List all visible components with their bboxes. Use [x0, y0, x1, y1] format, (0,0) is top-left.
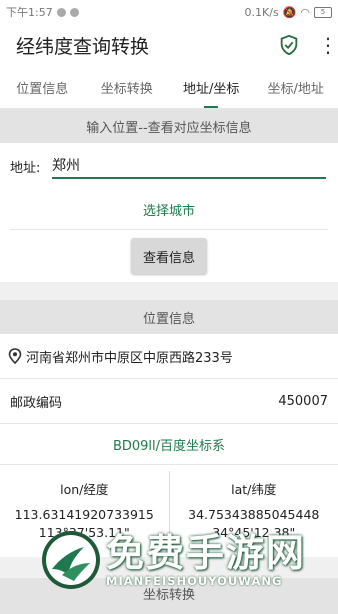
address-label: 地址: — [10, 157, 52, 176]
info-section-header: 位置信息 — [0, 300, 338, 334]
postal-label: 邮政编码 — [10, 392, 62, 411]
network-speed: 0.1K/s — [245, 6, 279, 19]
address-input[interactable]: 郑州 — [52, 153, 326, 179]
shield-check-icon[interactable] — [278, 34, 300, 56]
tab-address-to-coord[interactable]: 地址/坐标 — [169, 66, 254, 108]
select-city-button[interactable]: 选择城市 — [10, 189, 328, 230]
tab-bar: 位置信息 坐标转换 地址/坐标 坐标/地址 — [0, 66, 338, 109]
notification-icon — [70, 8, 79, 17]
coord-system-button[interactable]: BD09ll/百度坐标系 — [0, 424, 338, 465]
location-address: 河南省郑州市中原区中原西路233号 — [26, 347, 233, 366]
location-row: 河南省郑州市中原区中原西路233号 — [0, 334, 338, 379]
location-pin-icon — [8, 348, 22, 364]
tab-coord-to-address[interactable]: 坐标/地址 — [254, 66, 338, 108]
notification-icon — [57, 8, 66, 17]
more-vertical-icon[interactable]: ⋮ — [318, 35, 328, 55]
watermark-subtitle: MIANFEISHOUYOUWANG — [106, 574, 306, 588]
wifi-icon: ◠ — [300, 6, 310, 19]
postal-row: 邮政编码 450007 — [0, 379, 338, 424]
app-bar: 经纬度查询转换 ⋮ — [0, 24, 338, 66]
section-gap — [0, 282, 338, 300]
tab-coord-convert[interactable]: 坐标转换 — [85, 66, 170, 108]
tab-location-info[interactable]: 位置信息 — [0, 66, 85, 108]
mute-icon: 🔕 — [283, 6, 297, 19]
input-card: 地址: 郑州 选择城市 查看信息 — [0, 143, 338, 282]
address-row: 地址: 郑州 — [0, 143, 338, 189]
input-section-header: 输入位置--查看对应坐标信息 — [0, 109, 338, 143]
watermark-logo-icon — [40, 529, 102, 591]
battery-icon: 5 — [314, 7, 332, 18]
query-info-button[interactable]: 查看信息 — [131, 238, 207, 274]
postal-value: 450007 — [278, 394, 328, 409]
query-button-wrap: 查看信息 — [0, 230, 338, 282]
watermark: 免费手游网 MIANFEISHOUYOUWANG — [40, 520, 338, 600]
latitude-label: lat/纬度 — [231, 479, 276, 498]
longitude-label: lon/经度 — [60, 479, 108, 498]
watermark-text: 免费手游网 MIANFEISHOUYOUWANG — [106, 532, 306, 588]
status-bar: 下午1:57 0.1K/s 🔕 ◠ 5 — [0, 0, 338, 24]
watermark-title: 免费手游网 — [106, 532, 306, 574]
status-time: 下午1:57 — [6, 4, 53, 20]
app-title: 经纬度查询转换 — [16, 32, 278, 59]
